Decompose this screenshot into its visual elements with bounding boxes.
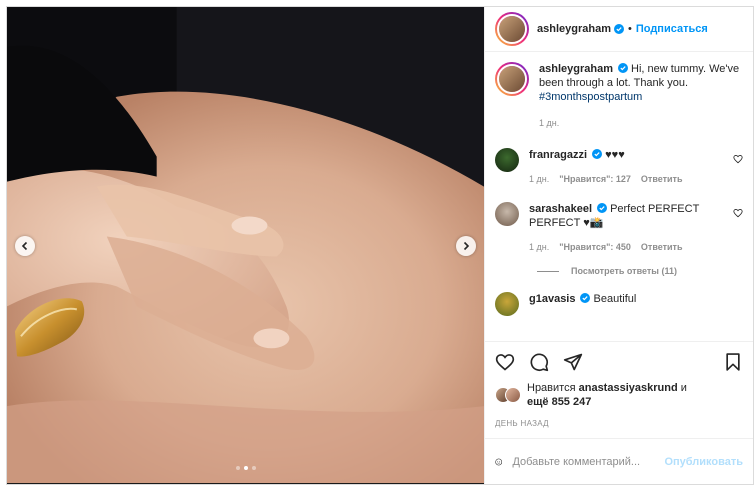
likes-prefix: Нравится xyxy=(527,382,576,394)
caption-time: 1 дн. xyxy=(539,118,560,128)
caption-avatar xyxy=(499,66,525,92)
heart-icon[interactable] xyxy=(495,352,515,372)
liker-avatar xyxy=(505,387,521,403)
comment-username[interactable]: sarashakeel xyxy=(529,203,592,215)
comment-time: 1 дн. xyxy=(529,174,550,184)
liker-avatars xyxy=(495,387,521,403)
post-sidebar: ashleygraham • Подписаться ashleygraham … xyxy=(484,7,753,484)
comment-body: g1avasis Beautiful xyxy=(529,292,743,306)
comment-avatar[interactable] xyxy=(495,148,519,172)
emoji-icon[interactable] xyxy=(495,452,503,472)
likes-user[interactable]: anastassiyaskrund xyxy=(579,382,678,394)
comment-username[interactable]: franragazzi xyxy=(529,149,587,161)
verified-icon xyxy=(580,293,591,303)
author-avatar xyxy=(499,16,525,42)
chevron-right-icon xyxy=(463,241,470,251)
comment-likes[interactable]: "Нравится": 450 xyxy=(559,240,631,254)
author-username[interactable]: ashleygraham xyxy=(537,23,611,35)
caption-hashtag[interactable]: #3monthspostpartum xyxy=(539,91,642,103)
verified-icon xyxy=(613,24,624,34)
heart-icon[interactable] xyxy=(733,208,743,218)
chevron-left-icon xyxy=(21,241,28,251)
comment-likes[interactable]: "Нравится": 127 xyxy=(559,172,631,186)
add-comment-bar: Опубликовать xyxy=(485,438,753,484)
comment-avatar[interactable] xyxy=(495,202,519,226)
view-replies-label: Посмотреть ответы (11) xyxy=(571,266,677,276)
comment-avatar[interactable] xyxy=(495,292,519,316)
comments-list[interactable]: ashleygraham Hi, new tummy. We've been t… xyxy=(485,52,753,341)
replies-line xyxy=(537,270,559,272)
carousel-dot xyxy=(251,466,256,470)
post-dialog: ashleygraham • Подписаться ashleygraham … xyxy=(6,6,754,485)
comment-input[interactable] xyxy=(512,455,655,468)
carousel-indicator xyxy=(235,466,256,470)
verified-icon xyxy=(617,63,628,73)
carousel-prev-button[interactable] xyxy=(15,236,35,256)
publish-button[interactable]: Опубликовать xyxy=(664,456,743,468)
likes-text[interactable]: Нравится anastassiyaskrund и ещё 855 247 xyxy=(527,381,687,409)
verified-icon xyxy=(597,203,607,213)
carousel-dot xyxy=(235,466,240,470)
comment-icon[interactable] xyxy=(529,352,549,372)
caption-body: ashleygraham Hi, new tummy. We've been t… xyxy=(539,62,743,130)
share-icon[interactable] xyxy=(563,352,583,372)
likes-count[interactable]: ещё 855 247 xyxy=(527,396,591,408)
comment-body: sarashakeel Perfect PERFECT PERFECT ♥📸 1… xyxy=(529,202,723,254)
view-replies-button[interactable]: Посмотреть ответы (11) xyxy=(537,266,743,276)
comment-text: ♥♥♥ xyxy=(605,149,625,161)
author-avatar-ring[interactable] xyxy=(495,12,529,46)
heart-icon[interactable] xyxy=(733,154,743,164)
post-header: ashleygraham • Подписаться xyxy=(485,7,753,52)
carousel-dot-active xyxy=(243,466,248,470)
post-media xyxy=(7,7,484,484)
caption-avatar-ring[interactable] xyxy=(495,62,529,96)
post-actions xyxy=(485,341,753,381)
bookmark-icon[interactable] xyxy=(723,352,743,372)
header-separator: • xyxy=(627,23,632,35)
post-photo xyxy=(7,7,484,483)
comment-username[interactable]: g1avasis xyxy=(529,293,575,305)
likes-joiner: и xyxy=(680,382,687,394)
post-timestamp[interactable]: ДЕНЬ НАЗАД xyxy=(485,409,753,428)
comment-text: Beautiful xyxy=(593,293,637,305)
caption: ashleygraham Hi, new tummy. We've been t… xyxy=(495,62,743,130)
verified-icon xyxy=(592,149,603,159)
likes-summary: Нравится anastassiyaskrund и ещё 855 247 xyxy=(485,381,753,409)
caption-username[interactable]: ashleygraham xyxy=(539,63,613,75)
comment-row: g1avasis Beautiful xyxy=(495,292,743,316)
comment-body: franragazzi ♥♥♥ 1 дн. "Нравится": 127 От… xyxy=(529,148,723,186)
comment-time: 1 дн. xyxy=(529,242,550,252)
carousel-next-button[interactable] xyxy=(456,236,476,256)
comment-row: franragazzi ♥♥♥ 1 дн. "Нравится": 127 От… xyxy=(495,148,743,186)
comment-reply-button[interactable]: Ответить xyxy=(641,240,683,254)
comment-row: sarashakeel Perfect PERFECT PERFECT ♥📸 1… xyxy=(495,202,743,254)
follow-button[interactable]: Подписаться xyxy=(636,23,708,35)
comment-reply-button[interactable]: Ответить xyxy=(641,172,683,186)
